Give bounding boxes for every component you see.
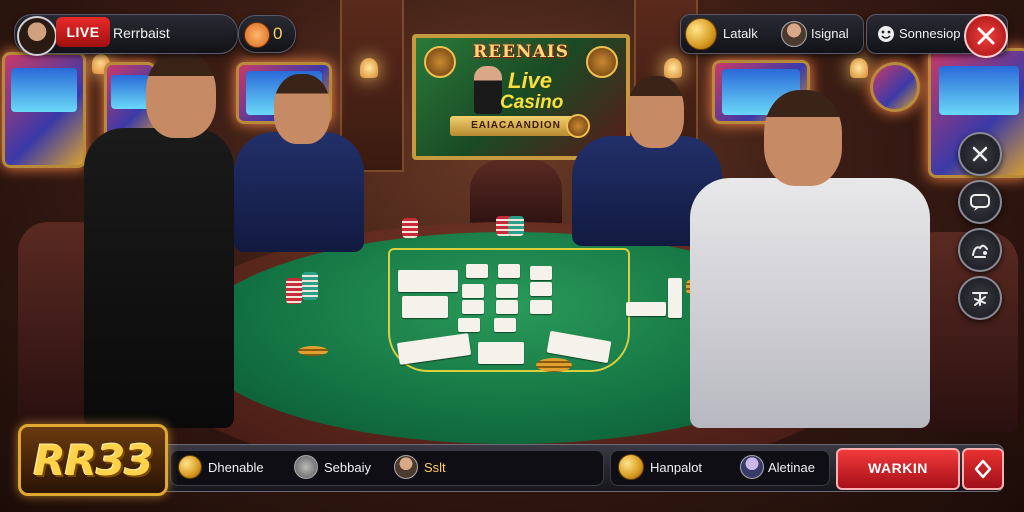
bottom-item-2[interactable]: Sebbaiy (294, 455, 371, 479)
gesture-icon (972, 244, 988, 258)
top-item1-label[interactable]: Latalk (723, 26, 758, 41)
bottom-item4-label: Hanpalot (650, 459, 703, 475)
bottom-item-3[interactable]: Sslt (394, 455, 446, 479)
avatar-icon (394, 455, 418, 479)
poster-dealer (474, 66, 502, 114)
player-name: Rerrbaist (113, 25, 170, 41)
playing-card (494, 318, 516, 332)
chip-stack (536, 358, 572, 372)
player-avatar[interactable] (17, 16, 57, 56)
coin-icon (178, 455, 202, 479)
player-info-bar[interactable]: Rerrbaist (14, 14, 238, 56)
neon-sign (870, 62, 920, 112)
mask-icon (781, 21, 807, 47)
side-signal-button[interactable] (958, 276, 1002, 320)
chip-stack (302, 272, 318, 300)
coin-icon (244, 22, 270, 48)
bottom-item-5[interactable]: Aletinae (740, 455, 815, 479)
playing-card (462, 284, 484, 298)
close-button[interactable] (964, 14, 1008, 58)
playing-card (530, 282, 552, 296)
bottom-item-1[interactable]: Dhenable (178, 455, 264, 479)
brand-logo: RR33 (18, 424, 168, 496)
bottom-item3-label: Sslt (424, 459, 446, 475)
wall-lamp (850, 58, 868, 78)
refresh-icon (974, 459, 992, 479)
chip-stack (508, 216, 524, 236)
playing-card (402, 296, 448, 318)
chip-stack (298, 346, 328, 356)
slot-machine (2, 52, 86, 168)
poster-title: REENAIS (472, 42, 569, 62)
playing-card (496, 284, 518, 298)
bottom-item5-label: Aletinae (768, 459, 815, 475)
close-icon (977, 27, 995, 45)
badge-icon (424, 46, 456, 78)
top-right-bar: Latalk Isignal (680, 14, 864, 54)
coin-count: 0 (273, 24, 283, 43)
playing-card (458, 318, 480, 332)
option-label: Sonnesiop (899, 26, 961, 41)
coin-icon (618, 454, 644, 480)
top-item2-label[interactable]: Isignal (811, 26, 849, 41)
chip-stack (286, 278, 302, 304)
coin-icon (566, 114, 590, 138)
bottom-item2-label: Sebbaiy (324, 459, 371, 475)
side-chat-button[interactable] (958, 180, 1002, 224)
emoji-icon (878, 26, 894, 42)
bottom-item-4[interactable]: Hanpalot (618, 454, 703, 480)
side-gesture-button[interactable] (958, 228, 1002, 272)
playing-card (626, 302, 666, 316)
wall-lamp (360, 58, 378, 78)
playing-card (668, 278, 682, 318)
playing-card (498, 264, 520, 278)
user-icon (740, 455, 764, 479)
primary-action-button[interactable]: WARKIN (836, 448, 960, 490)
poster-line2: Casino (500, 92, 564, 113)
chip-stack (402, 218, 418, 238)
poster-banner: EAIACAANDION (450, 116, 582, 136)
coin-icon (685, 18, 717, 50)
side-close-button[interactable] (958, 132, 1002, 176)
signal-icon (972, 292, 988, 306)
playing-card (462, 300, 484, 314)
chat-icon (970, 194, 990, 211)
close-icon (972, 146, 988, 162)
refresh-button[interactable] (962, 448, 1004, 490)
wall-lamp (664, 58, 682, 78)
playing-card (478, 342, 524, 364)
profile-icon (294, 455, 318, 479)
playing-card (530, 266, 552, 280)
badge-icon (586, 46, 618, 78)
playing-card (530, 300, 552, 314)
live-badge: LIVE (56, 17, 110, 47)
poster-line1: Live (508, 68, 553, 93)
playing-card (398, 270, 458, 292)
coin-balance[interactable]: 0 (238, 15, 296, 53)
playing-card (466, 264, 488, 278)
bottom-item1-label: Dhenable (208, 459, 264, 475)
playing-card (496, 300, 518, 314)
